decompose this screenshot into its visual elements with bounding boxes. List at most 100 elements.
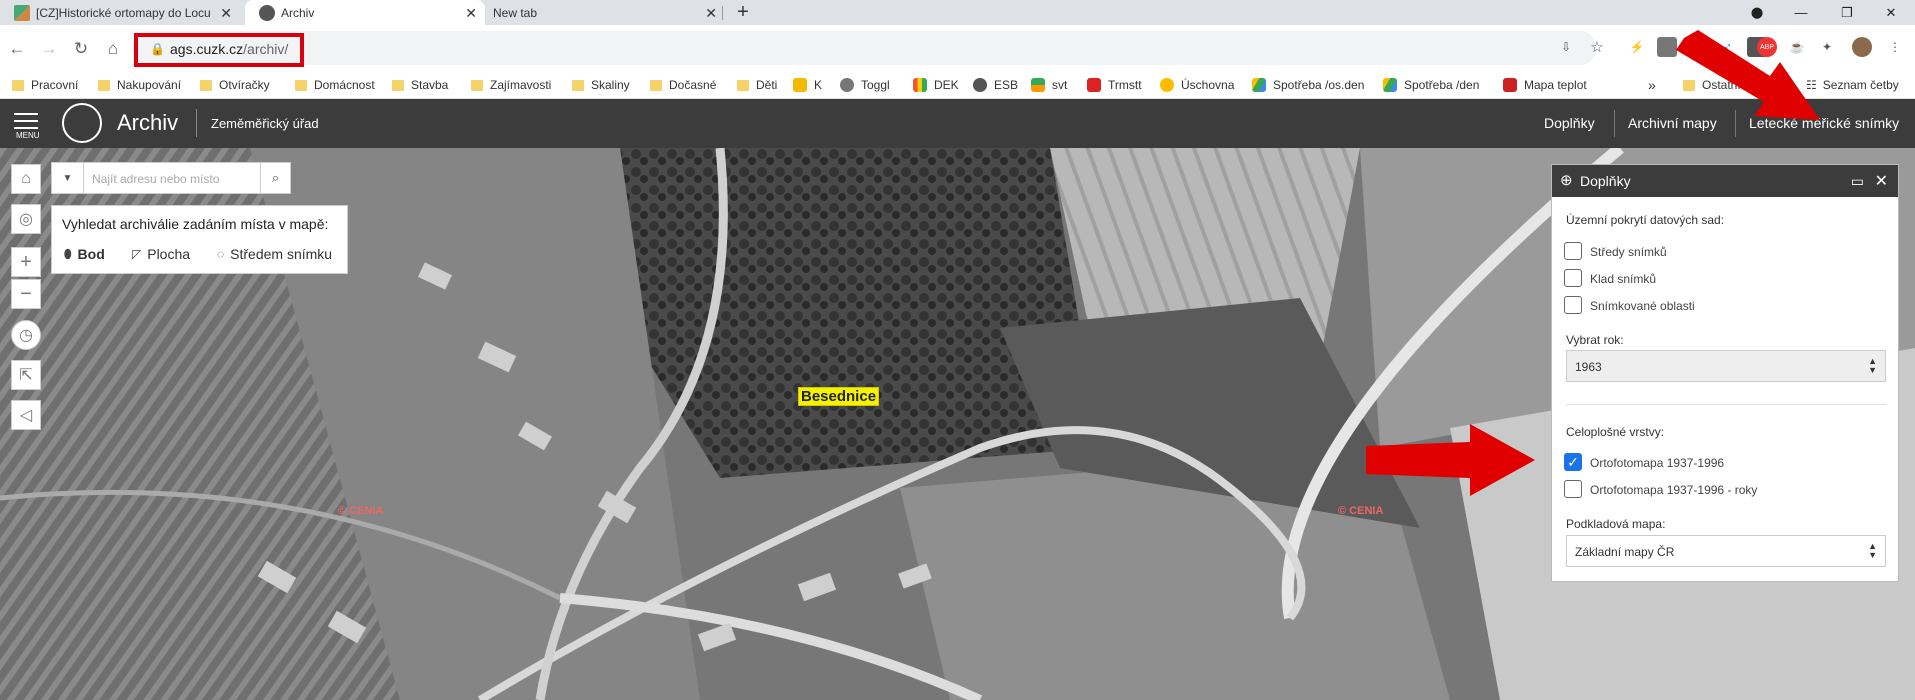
site-icon bbox=[1503, 78, 1517, 92]
restore-icon[interactable]: ❐ bbox=[1824, 0, 1870, 25]
bookmark[interactable]: Otvíračky bbox=[200, 76, 270, 94]
maximize-icon[interactable]: ▭ bbox=[1851, 173, 1864, 190]
close-icon[interactable]: ✕ bbox=[465, 5, 477, 22]
bookmark[interactable]: Pracovní bbox=[12, 76, 78, 94]
avatar[interactable] bbox=[1852, 37, 1872, 57]
zoom-in-button[interactable]: + bbox=[11, 247, 41, 277]
tab-search-icon[interactable]: ⬤ bbox=[1734, 0, 1780, 25]
bookmark[interactable]: Spotřeba /den bbox=[1383, 76, 1479, 94]
chevron-down-icon[interactable]: ▼ bbox=[52, 163, 84, 193]
drive-icon bbox=[1383, 78, 1397, 92]
option-area[interactable]: ◸ Plocha bbox=[132, 246, 190, 262]
url-text[interactable]: ags.cuzk.cz/archiv/ bbox=[170, 41, 288, 57]
bookmark[interactable]: Spotřeba /os.den bbox=[1252, 76, 1364, 94]
bookmark[interactable]: Děti bbox=[737, 76, 777, 94]
bookmark[interactable]: ESB bbox=[973, 76, 1018, 94]
updown-icon: ▲ ▼ bbox=[1868, 356, 1877, 375]
search-icon[interactable]: ⌕ bbox=[260, 163, 290, 193]
bookmark[interactable]: Stavba bbox=[392, 76, 448, 94]
minimize-icon[interactable]: — bbox=[1778, 0, 1824, 25]
tab-archiv[interactable]: Archiv ✕ bbox=[245, 0, 485, 25]
address-bar[interactable] bbox=[132, 31, 1597, 65]
toggl-icon bbox=[840, 78, 854, 92]
kebab-menu-icon[interactable]: ⋮ bbox=[1885, 37, 1905, 57]
menu-button[interactable]: MENU bbox=[14, 113, 44, 143]
plus-icon[interactable]: + bbox=[730, 0, 756, 25]
home-extent-icon[interactable]: ⌂ bbox=[11, 164, 41, 194]
checkbox-oblasti[interactable] bbox=[1564, 296, 1582, 314]
year-label: Vybrat rok: bbox=[1566, 333, 1624, 347]
close-icon[interactable]: ✕ bbox=[1875, 171, 1888, 191]
red-arrow-right bbox=[1366, 424, 1535, 496]
folder-icon bbox=[392, 79, 404, 91]
app-title: Archiv bbox=[117, 110, 179, 135]
checkbox-klad[interactable] bbox=[1564, 269, 1582, 287]
site-icon bbox=[1160, 78, 1174, 92]
bookmark[interactable]: Mapa teplot bbox=[1503, 76, 1587, 94]
polygon-icon: ◸ bbox=[132, 247, 142, 261]
forward-icon[interactable]: → bbox=[36, 36, 62, 62]
menu-label: MENU bbox=[16, 131, 40, 140]
bookmark[interactable]: K bbox=[793, 76, 822, 94]
tab-title: [CZ]Historické ortomapy do Locu bbox=[36, 5, 211, 20]
clock-icon[interactable]: ◷ bbox=[11, 320, 41, 350]
option-point[interactable]: ⬮ Bod bbox=[64, 246, 105, 262]
install-icon[interactable]: ⇩ bbox=[1556, 37, 1576, 57]
bolt-icon[interactable]: ⚡ bbox=[1627, 37, 1647, 57]
locate-icon[interactable]: ◎ bbox=[11, 204, 41, 234]
nav-doplnky[interactable]: Doplňky bbox=[1544, 115, 1595, 131]
bookmark[interactable]: Skaliny bbox=[572, 76, 630, 94]
bookmark[interactable]: Úschovna bbox=[1160, 76, 1234, 94]
checkbox-label: Klad snímků bbox=[1590, 272, 1657, 286]
close-icon[interactable]: ✕ bbox=[220, 5, 232, 22]
cuzk-logo-icon bbox=[62, 103, 102, 143]
bookmark[interactable]: Dočasné bbox=[650, 76, 716, 94]
close-icon[interactable]: ✕ bbox=[1868, 0, 1914, 25]
bookmark[interactable]: Trmstt bbox=[1087, 76, 1142, 94]
tab-divider bbox=[722, 6, 723, 20]
zoom-out-button[interactable]: − bbox=[11, 279, 41, 309]
tab-historicke-ortomapy[interactable]: [CZ]Historické ortomapy do Locu ✕ bbox=[0, 0, 240, 25]
map-favicon-icon bbox=[14, 4, 30, 21]
tab-title: Archiv bbox=[281, 5, 315, 20]
checkbox-stredy[interactable] bbox=[1564, 242, 1582, 260]
dek-icon bbox=[913, 78, 927, 92]
watermark: © CENIA bbox=[338, 505, 384, 517]
tab-strip: [CZ]Historické ortomapy do Locu ✕ Archiv… bbox=[0, 0, 1915, 25]
tab-new-tab[interactable]: New tab ✕ bbox=[485, 0, 725, 25]
divider bbox=[1566, 404, 1886, 405]
back-icon[interactable]: ← bbox=[4, 36, 30, 62]
bookmarks-overflow[interactable]: » bbox=[1648, 76, 1656, 94]
place-label: Besednice bbox=[798, 387, 880, 406]
year-select[interactable]: 1963 ▲ ▼ bbox=[1566, 350, 1886, 382]
bookmark[interactable]: Zajímavosti bbox=[471, 76, 551, 94]
bookmark[interactable]: Nakupování bbox=[98, 76, 181, 94]
bookmark[interactable]: Toggl bbox=[840, 76, 890, 94]
checkbox-ortofoto-roky[interactable] bbox=[1564, 480, 1582, 498]
search-input[interactable]: Najít adresu nebo místo bbox=[92, 172, 219, 186]
app-header: MENU Archiv Zeměměřický úřad Doplňky Arc… bbox=[0, 99, 1915, 148]
folder-icon bbox=[471, 79, 483, 91]
reload-icon[interactable]: ↻ bbox=[68, 36, 94, 62]
updown-icon: ▲ ▼ bbox=[1868, 541, 1877, 560]
folder-icon bbox=[737, 79, 749, 91]
announce-icon[interactable]: ◁ bbox=[11, 400, 41, 430]
panel-header: ⊕ Doplňky ▭ ✕ bbox=[1552, 165, 1898, 197]
lock-icon[interactable]: 🔒 bbox=[150, 42, 165, 56]
globe-icon bbox=[973, 78, 987, 92]
watermark: © CENIA bbox=[1338, 505, 1384, 517]
star-icon[interactable]: ☆ bbox=[1587, 37, 1607, 57]
bookmark[interactable]: Domácnost bbox=[295, 76, 375, 94]
tab-title: New tab bbox=[493, 5, 538, 20]
home-icon[interactable]: ⌂ bbox=[100, 36, 126, 62]
option-center[interactable]: ◌ Středem snímku bbox=[217, 246, 332, 262]
bookmark[interactable]: DEK bbox=[913, 76, 959, 94]
share-icon[interactable]: ⇱ bbox=[11, 360, 41, 390]
checkbox-ortofoto[interactable]: ✓ bbox=[1564, 453, 1582, 471]
drive-icon bbox=[1252, 78, 1266, 92]
basemap-select[interactable]: Základní mapy ČR ▲ ▼ bbox=[1566, 535, 1886, 567]
checkbox-label: Snímkované oblasti bbox=[1590, 299, 1695, 313]
basemap-label: Podkladová mapa: bbox=[1566, 517, 1666, 531]
close-icon[interactable]: ✕ bbox=[705, 5, 717, 22]
bookmark[interactable]: svt bbox=[1031, 76, 1067, 94]
